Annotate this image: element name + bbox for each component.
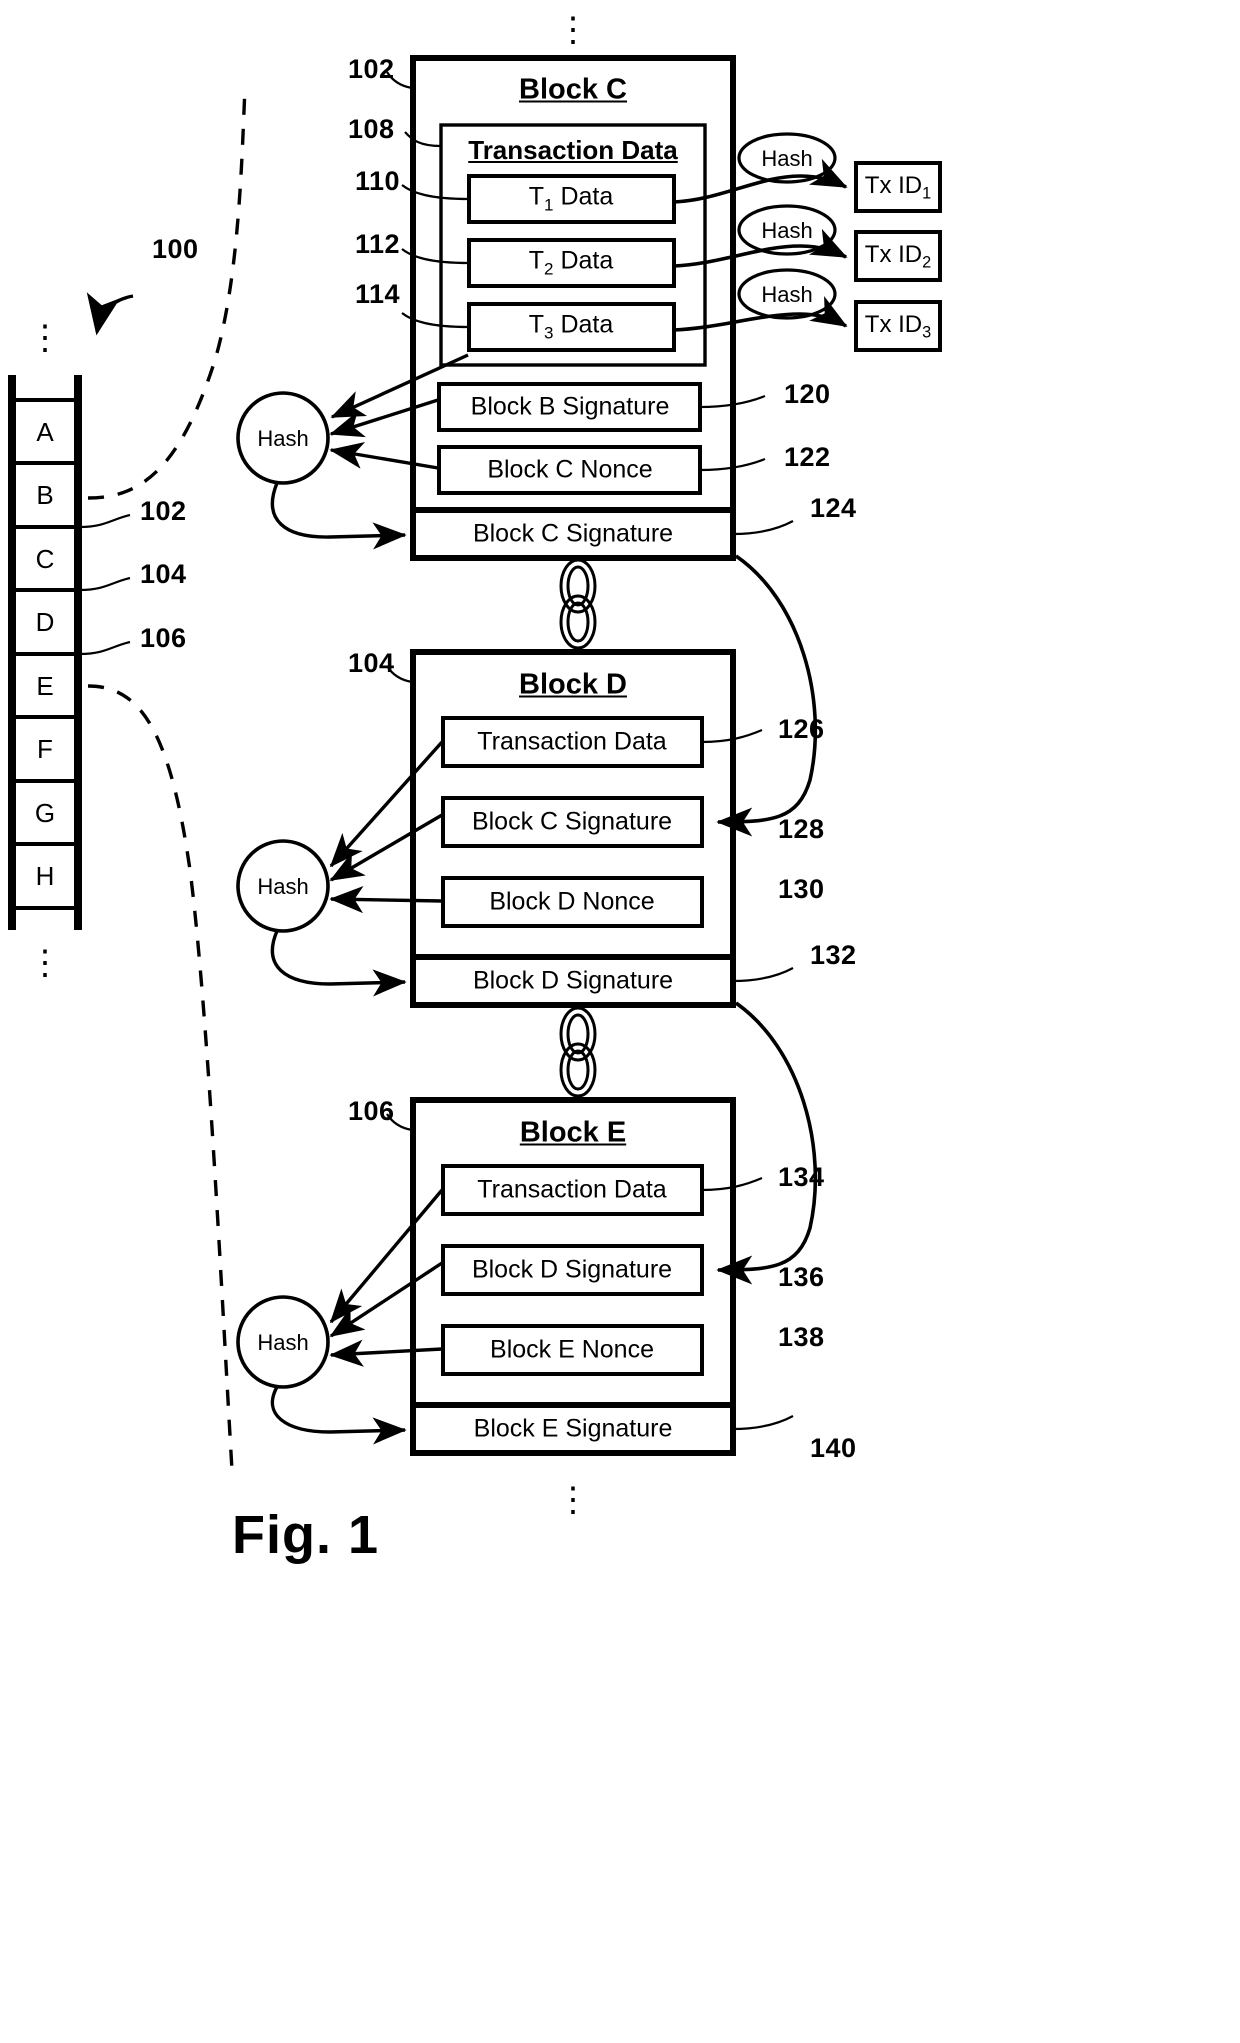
ref-122: 122 (784, 442, 831, 472)
tx-id-1-label: Tx ID1 (864, 171, 932, 203)
block-d-hash-inputs (329, 740, 444, 914)
t1-prefix: T (528, 182, 545, 211)
tx-id-3-prefix: Tx ID (864, 310, 923, 338)
t2-suffix: Data (553, 246, 614, 275)
t3-subscript: 3 (544, 323, 554, 343)
block-c-title: Block C (519, 73, 627, 106)
block-d-hash-label: Hash (257, 874, 309, 899)
column-bottom-ellipsis: ⋮ (28, 944, 62, 982)
ref-block-d-104: 104 (348, 648, 395, 678)
chain-cell-a: A (36, 417, 54, 447)
tx-id-1-prefix: Tx ID (864, 171, 923, 199)
chain-cell-h: H (35, 861, 55, 891)
block-d-hash-output (270, 930, 407, 997)
patent-figure-1: ⋮ ⋮ ⋮ 100 A B C D E F G H 102 104 106 10… (0, 0, 1240, 2043)
chain-link-icon-c-d (559, 558, 597, 650)
chain-cell-g: G (34, 798, 56, 828)
ref-138: 138 (778, 1322, 825, 1352)
block-c-signature-label: Block C Signature (472, 519, 674, 548)
t2-data-label: T2 Data (528, 246, 614, 279)
t2-subscript: 2 (544, 259, 554, 279)
block-d-signature-label: Block D Signature (472, 966, 674, 995)
t1-suffix: Data (553, 182, 614, 211)
block-d-row-transaction-data: Transaction Data (477, 727, 667, 756)
tx-id-2-label: Tx ID2 (864, 240, 932, 272)
block-e-hash-output (270, 1386, 407, 1445)
tx-id-2-prefix: Tx ID (864, 240, 923, 268)
column-leaders (79, 513, 131, 656)
ref-136: 136 (778, 1262, 825, 1292)
ref-block-c-102: 102 (348, 54, 395, 84)
tx2-hash-label: Hash (761, 218, 813, 243)
ref-130: 130 (778, 874, 825, 904)
t3-prefix: T (528, 310, 545, 339)
expansion-guide-lines (87, 87, 247, 1471)
figure-vector-layer (8, 55, 942, 1471)
top-ellipsis: ⋮ (556, 11, 590, 49)
block-c-hash-output (270, 482, 407, 550)
ref-120: 120 (784, 379, 831, 409)
t1-data-label: T1 Data (528, 182, 614, 215)
tx1-hash-label: Hash (761, 146, 813, 171)
block-c-row-nonce: Block C Nonce (487, 455, 653, 484)
chain-cell-b: B (36, 480, 54, 510)
block-c-hash-inputs (329, 353, 469, 470)
ref-100: 100 (152, 234, 199, 264)
ref-t2-112: 112 (355, 229, 401, 259)
ref-124: 124 (810, 493, 857, 523)
chain-cell-f: F (37, 734, 53, 764)
tx-hash-arrows (673, 158, 848, 332)
ref-transaction-data-108: 108 (348, 114, 395, 144)
block-e-title: Block E (519, 1116, 627, 1149)
block-d-row-block-c-signature: Block C Signature (471, 807, 673, 836)
ref-column-104: 104 (140, 559, 187, 589)
t1-subscript: 1 (544, 195, 554, 215)
tx3-hash-label: Hash (761, 282, 813, 307)
tx-id-1-subscript: 1 (922, 184, 932, 203)
tx-id-3-label: Tx ID3 (864, 310, 932, 342)
system-ref-pointer (86, 292, 134, 336)
ref-128: 128 (778, 814, 825, 844)
block-c-hash-label: Hash (257, 426, 309, 451)
block-e-hash-label: Hash (257, 1330, 309, 1355)
block-e-hash-inputs (329, 1188, 444, 1367)
block-e-row-transaction-data: Transaction Data (477, 1175, 667, 1204)
transaction-data-title: Transaction Data (468, 135, 678, 165)
tx-id-2-subscript: 2 (922, 253, 932, 272)
column-top-ellipsis: ⋮ (28, 319, 62, 357)
ref-column-106: 106 (140, 623, 187, 653)
ref-t1-110: 110 (355, 166, 401, 196)
block-d-title: Block D (519, 668, 627, 701)
ref-t3-114: 114 (355, 279, 401, 309)
t3-suffix: Data (553, 310, 614, 339)
block-e-signature-label: Block E Signature (473, 1414, 673, 1443)
chain-column-outline (8, 375, 82, 930)
block-d-row-nonce: Block D Nonce (489, 887, 655, 916)
block-e-row-block-d-signature: Block D Signature (471, 1255, 673, 1284)
ref-134: 134 (778, 1162, 825, 1192)
ref-126: 126 (778, 714, 825, 744)
block-e-row-nonce: Block E Nonce (490, 1335, 654, 1364)
chain-cell-e: E (36, 671, 54, 701)
tx-id-3-subscript: 3 (922, 323, 932, 342)
t2-prefix: T (528, 246, 545, 275)
ref-block-e-106: 106 (348, 1096, 395, 1126)
ref-140: 140 (810, 1433, 857, 1463)
chain-link-icon-d-e (559, 1006, 597, 1098)
ref-column-102: 102 (140, 496, 187, 526)
bottom-ellipsis: ⋮ (556, 1481, 590, 1519)
chain-cell-d: D (35, 607, 55, 637)
chain-cell-c: C (35, 544, 55, 574)
t3-data-label: T3 Data (528, 310, 614, 343)
ref-132: 132 (810, 940, 857, 970)
figure-caption: Fig. 1 (232, 1505, 380, 1565)
block-c-row-block-b-signature: Block B Signature (470, 392, 670, 421)
